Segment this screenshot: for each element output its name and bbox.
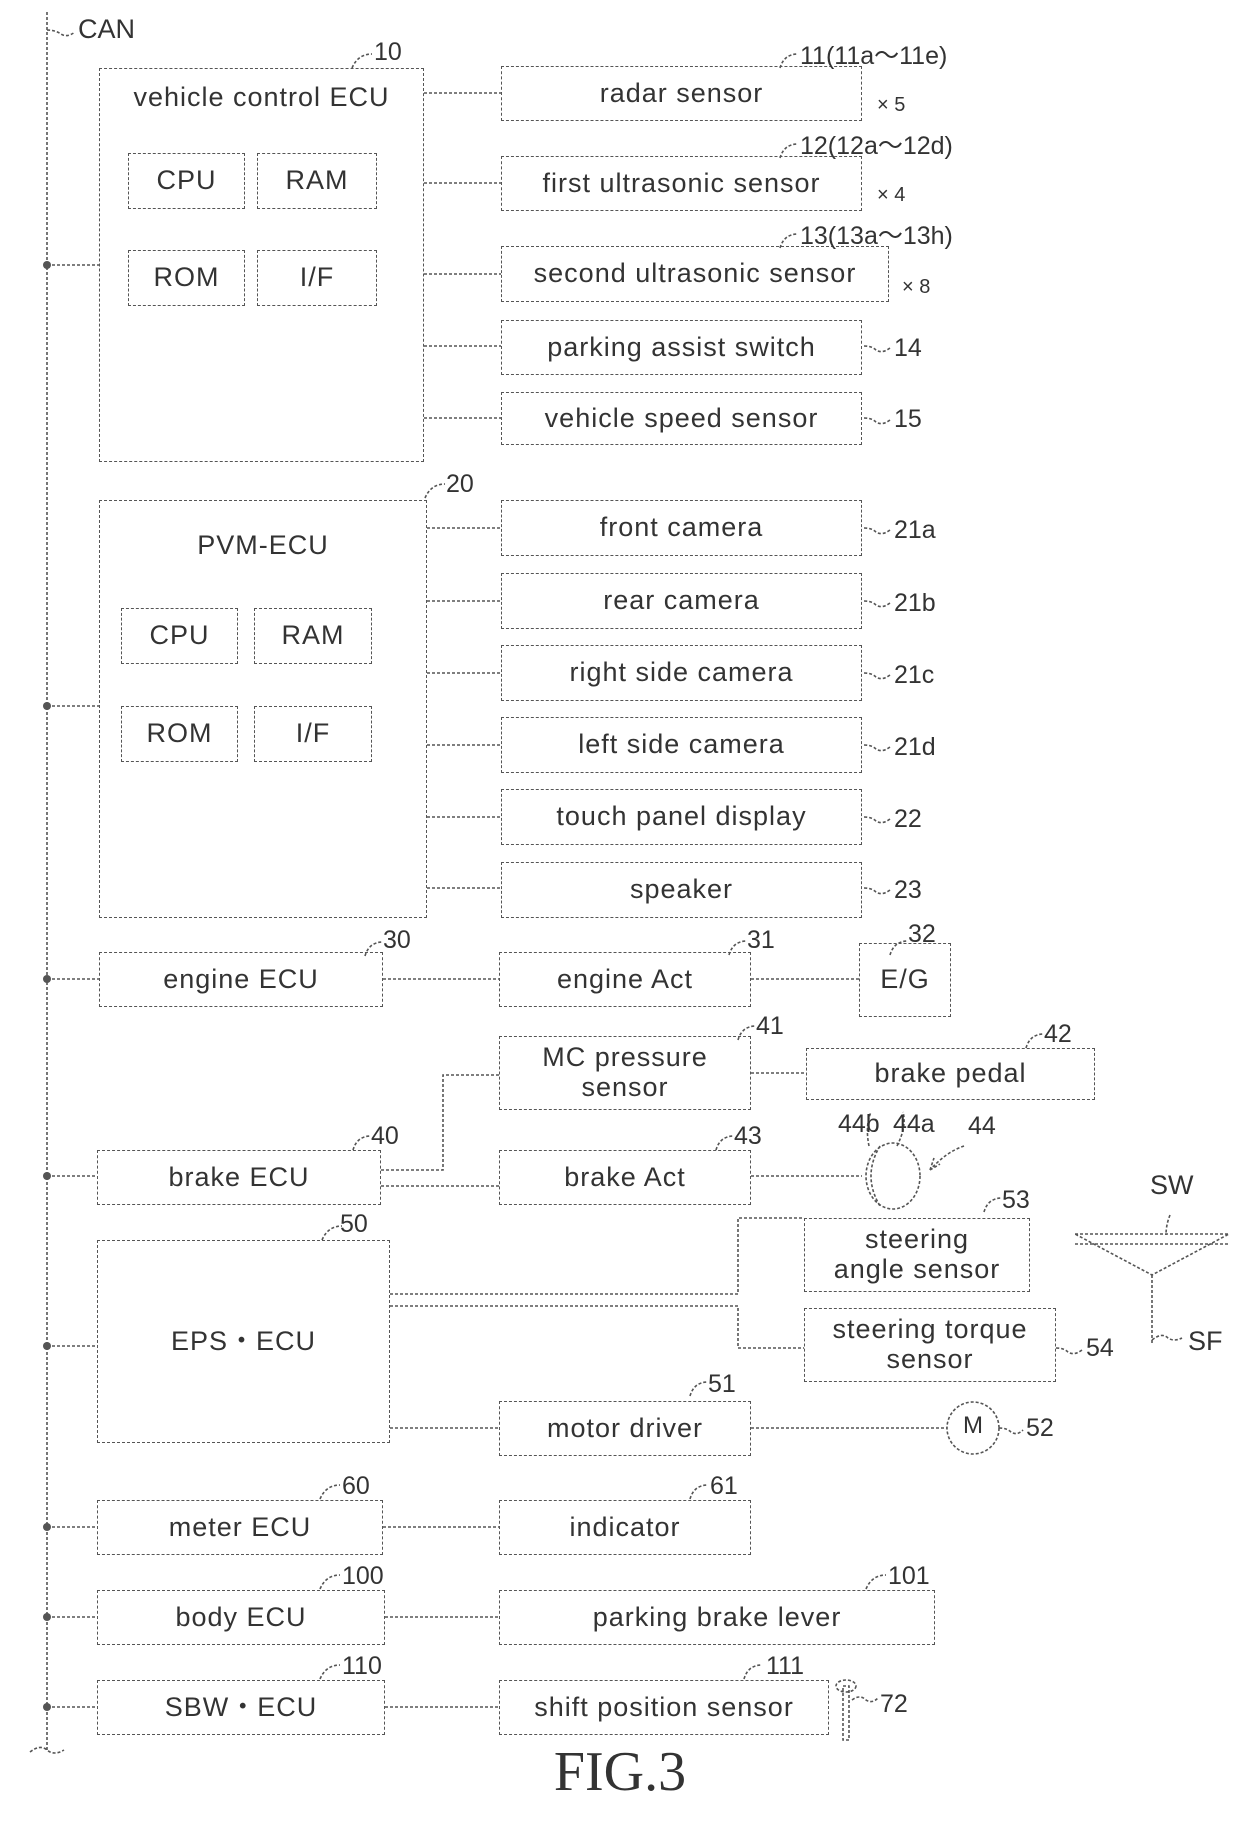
meter-ecu-box: meter ECU: [97, 1500, 383, 1555]
ref-14: 14: [894, 334, 922, 362]
steering-torque-sensor-line1: steering torque: [832, 1314, 1028, 1345]
ref-61: 61: [710, 1472, 738, 1500]
ref-12: 12(12a〜12d): [800, 132, 953, 160]
ref-21b: 21b: [894, 589, 936, 617]
brake-act-box: brake Act: [499, 1150, 751, 1205]
steering-angle-sensor-line2: angle sensor: [833, 1254, 1001, 1284]
pvm-ecu-title: PVM-ECU: [197, 530, 329, 560]
left-side-camera-box: left side camera: [501, 717, 862, 773]
ref-13: 13(13a〜13h): [800, 222, 953, 250]
motor-label: M: [963, 1412, 983, 1439]
ref-110: 110: [342, 1652, 382, 1680]
figure-caption: FIG.3: [553, 1741, 687, 1803]
can-bus-label: CAN: [78, 14, 136, 44]
steering-wheel-label: SW: [1150, 1170, 1194, 1200]
pvm-if-box: I/F: [254, 706, 372, 762]
radar-sensor-box: radar sensor: [501, 66, 862, 121]
ref-43: 43: [734, 1122, 762, 1150]
wheel-44a-icon: [865, 1142, 921, 1210]
vc-ram-box: RAM: [257, 153, 377, 209]
sbw-ecu-box: SBW・ECU: [97, 1680, 385, 1735]
pvm-ram-box: RAM: [254, 608, 372, 664]
ref-52: 52: [1026, 1414, 1054, 1442]
can-label-leader: [46, 29, 76, 37]
parking-brake-lever-box: parking brake lever: [499, 1590, 935, 1645]
ref-22: 22: [894, 805, 922, 833]
right-side-camera-box: right side camera: [501, 645, 862, 701]
ref-44b: 44b: [838, 1110, 880, 1138]
ref-60: 60: [342, 1472, 370, 1500]
ref-111: 111: [766, 1652, 805, 1680]
ref-72: 72: [880, 1690, 908, 1718]
parking-assist-switch-box: parking assist switch: [501, 320, 862, 375]
mc-pressure-sensor-box: MC pressure sensor: [499, 1036, 751, 1110]
vehicle-speed-sensor-box: vehicle speed sensor: [501, 392, 862, 445]
ref-32: 32: [908, 920, 936, 948]
eps-ecu-box: EPS・ECU: [97, 1240, 390, 1443]
vc-cpu-box: CPU: [128, 153, 245, 209]
radar-multiplier: × 5: [877, 94, 906, 116]
ref-31: 31: [747, 926, 775, 954]
vc-if-box: I/F: [257, 250, 377, 306]
ref-15: 15: [894, 405, 922, 433]
brake-pedal-box: brake pedal: [806, 1048, 1095, 1100]
first-ultrasonic-multiplier: × 4: [877, 184, 906, 206]
body-ecu-box: body ECU: [97, 1590, 385, 1645]
mc-pressure-sensor-line1: MC pressure: [542, 1042, 708, 1073]
front-camera-box: front camera: [501, 500, 862, 556]
engine-ecu-box: engine ECU: [99, 952, 383, 1007]
ref-21c: 21c: [894, 661, 935, 689]
mc-pressure-sensor-line2: sensor: [581, 1072, 669, 1102]
brake-ecu-box: brake ECU: [97, 1150, 381, 1205]
engine-act-box: engine Act: [499, 952, 751, 1007]
ref-41: 41: [756, 1012, 784, 1040]
ref-21a: 21a: [894, 516, 936, 544]
ref-44a: 44a: [893, 1110, 935, 1138]
first-ultrasonic-sensor-box: first ultrasonic sensor: [501, 156, 862, 211]
steering-torque-sensor-line2: sensor: [886, 1344, 974, 1374]
touch-panel-display-box: touch panel display: [501, 789, 862, 845]
steering-angle-sensor-box: steering angle sensor: [804, 1218, 1030, 1292]
shift-position-sensor-box: shift position sensor: [499, 1680, 829, 1735]
steering-torque-sensor-box: steering torque sensor: [804, 1308, 1056, 1382]
ref-100: 100: [342, 1562, 384, 1590]
engine-eg-box: E/G: [859, 943, 951, 1017]
steering-shaft-label: SF: [1188, 1326, 1223, 1356]
steering-angle-sensor-line1: steering: [864, 1224, 970, 1255]
shift-lever-icon: [842, 1685, 850, 1741]
ref-50: 50: [340, 1210, 368, 1238]
ref-53: 53: [1002, 1186, 1030, 1214]
pvm-rom-box: ROM: [121, 706, 238, 762]
vc-rom-box: ROM: [128, 250, 245, 306]
ref-51: 51: [708, 1370, 736, 1398]
pvm-cpu-box: CPU: [121, 608, 238, 664]
second-ultrasonic-multiplier: × 8: [902, 276, 931, 298]
ref-30: 30: [383, 926, 411, 954]
ref-23: 23: [894, 876, 922, 904]
ref-40: 40: [371, 1122, 399, 1150]
vehicle-control-ecu-title: vehicle control ECU: [133, 82, 390, 112]
ref-54: 54: [1086, 1334, 1114, 1362]
ref-101: 101: [888, 1562, 930, 1590]
wheel-44-arrow: [929, 1145, 965, 1171]
ref-10: 10: [374, 38, 402, 66]
ref-20: 20: [446, 470, 474, 498]
ref-42: 42: [1044, 1020, 1072, 1048]
speaker-box: speaker: [501, 862, 862, 918]
motor-driver-box: motor driver: [499, 1401, 751, 1456]
ref-44: 44: [968, 1112, 996, 1140]
indicator-box: indicator: [499, 1500, 751, 1555]
ref-11: 11(11a〜11e): [800, 42, 948, 70]
rear-camera-box: rear camera: [501, 573, 862, 629]
steering-wheel-icon: [1074, 1233, 1230, 1276]
second-ultrasonic-sensor-box: second ultrasonic sensor: [501, 246, 889, 302]
ref-21d: 21d: [894, 733, 936, 761]
